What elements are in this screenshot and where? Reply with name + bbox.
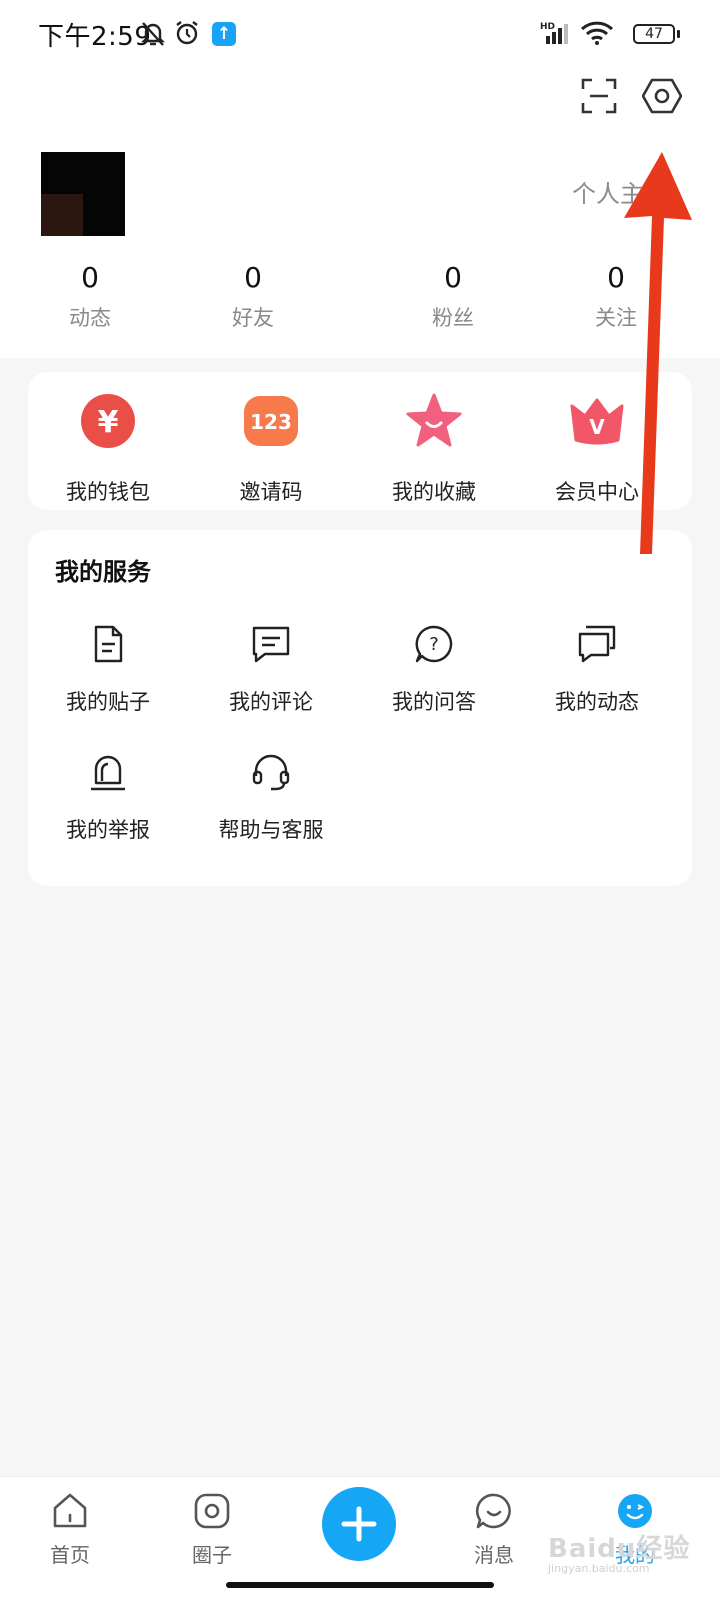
chat-bubbles-icon — [578, 625, 616, 663]
create-post-button[interactable] — [322, 1487, 396, 1561]
stat-following[interactable]: 0 关注 — [556, 260, 676, 332]
stat-followers-label: 粉丝 — [432, 306, 474, 330]
stat-following-count: 0 — [607, 261, 625, 294]
nav-messages[interactable]: 消息 — [444, 1491, 544, 1568]
wallet-button[interactable]: ¥ 我的钱包 — [38, 392, 178, 506]
my-comments-button[interactable]: 我的评论 — [191, 624, 351, 716]
wallet-icon: ¥ — [81, 394, 135, 448]
nav-messages-label: 消息 — [474, 1543, 514, 1567]
comment-icon — [252, 626, 290, 663]
invite-code-label: 邀请码 — [239, 480, 303, 504]
my-reports-button[interactable]: 我的举报 — [28, 752, 188, 844]
star-icon — [406, 393, 462, 447]
membership-center-label: 会员中心 — [555, 480, 639, 504]
status-time: 下午2:59 — [38, 22, 152, 52]
stat-friends-count: 0 — [244, 261, 262, 294]
alarm-clock-icon — [176, 21, 198, 45]
services-card: 我的服务 我的贴子 我的评论 ? 我的问答 我的动态 我的举报 帮助与客服 — [28, 530, 692, 886]
crown-icon: V — [570, 398, 624, 445]
my-qa-button[interactable]: ? 我的问答 — [354, 624, 514, 716]
circle-icon — [194, 1493, 230, 1529]
invite-code-icon: 123 — [244, 396, 298, 446]
svg-text:¥: ¥ — [98, 405, 119, 440]
stat-friends-label: 好友 — [232, 306, 274, 330]
invite-code-button[interactable]: 123 邀请码 — [201, 392, 341, 506]
help-support-label: 帮助与客服 — [218, 818, 324, 842]
nav-circles[interactable]: 圈子 — [162, 1491, 262, 1568]
stat-followers[interactable]: 0 粉丝 — [393, 260, 513, 332]
headset-icon — [252, 754, 290, 791]
question-bubble-icon: ? — [415, 625, 453, 663]
plus-icon — [341, 1506, 377, 1542]
svg-text:?: ? — [429, 634, 439, 655]
favorites-label: 我的收藏 — [392, 480, 476, 504]
stat-followers-count: 0 — [444, 261, 462, 294]
my-reports-label: 我的举报 — [66, 818, 150, 842]
my-comments-label: 我的评论 — [229, 690, 313, 714]
nav-home-label: 首页 — [50, 1543, 90, 1567]
home-icon — [53, 1493, 87, 1528]
my-qa-label: 我的问答 — [392, 690, 476, 714]
signal-icon: HD — [540, 22, 568, 44]
battery-cap — [677, 30, 680, 38]
my-activity-button[interactable]: 我的动态 — [517, 624, 677, 716]
home-indicator[interactable] — [226, 1582, 494, 1588]
my-posts-button[interactable]: 我的贴子 — [28, 624, 188, 716]
bell-muted-icon — [141, 22, 165, 46]
watermark-brand: Baidu经验 — [548, 1534, 691, 1564]
settings-gear-icon[interactable] — [642, 76, 682, 116]
help-support-button[interactable]: 帮助与客服 — [191, 752, 351, 844]
profile-face-icon — [618, 1494, 652, 1528]
avatar[interactable] — [41, 152, 125, 236]
nav-home[interactable]: 首页 — [20, 1491, 120, 1568]
alarm-siren-icon — [91, 755, 125, 791]
svg-text:V: V — [589, 415, 605, 439]
services-title: 我的服务 — [55, 558, 151, 586]
document-icon — [94, 625, 123, 663]
favorites-button[interactable]: 我的收藏 — [364, 392, 504, 506]
stat-posts-label: 动态 — [69, 306, 111, 330]
stat-following-label: 关注 — [595, 306, 637, 330]
quick-actions-card: ¥ 我的钱包 123 邀请码 我的收藏 V 会员中心 — [28, 372, 692, 510]
wallet-label: 我的钱包 — [66, 480, 150, 504]
my-posts-label: 我的贴子 — [66, 690, 150, 714]
scan-icon[interactable] — [579, 76, 619, 116]
nav-circles-label: 圈子 — [192, 1543, 232, 1567]
battery-indicator: 47 — [633, 24, 675, 44]
network-label: HD — [540, 22, 555, 32]
stat-posts[interactable]: 0 动态 — [30, 260, 150, 332]
stat-posts-count: 0 — [81, 261, 99, 294]
stat-friends[interactable]: 0 好友 — [193, 260, 313, 332]
wifi-icon — [580, 21, 614, 45]
my-activity-label: 我的动态 — [555, 690, 639, 714]
app-notification-icon: ↑ — [212, 22, 236, 46]
message-icon — [475, 1493, 511, 1529]
profile-page-link[interactable]: 个人主页 — [572, 174, 668, 209]
watermark-url: jingyan.baidu.com — [548, 1562, 650, 1575]
membership-center-button[interactable]: V 会员中心 — [527, 392, 667, 506]
svg-text:123: 123 — [250, 410, 292, 434]
